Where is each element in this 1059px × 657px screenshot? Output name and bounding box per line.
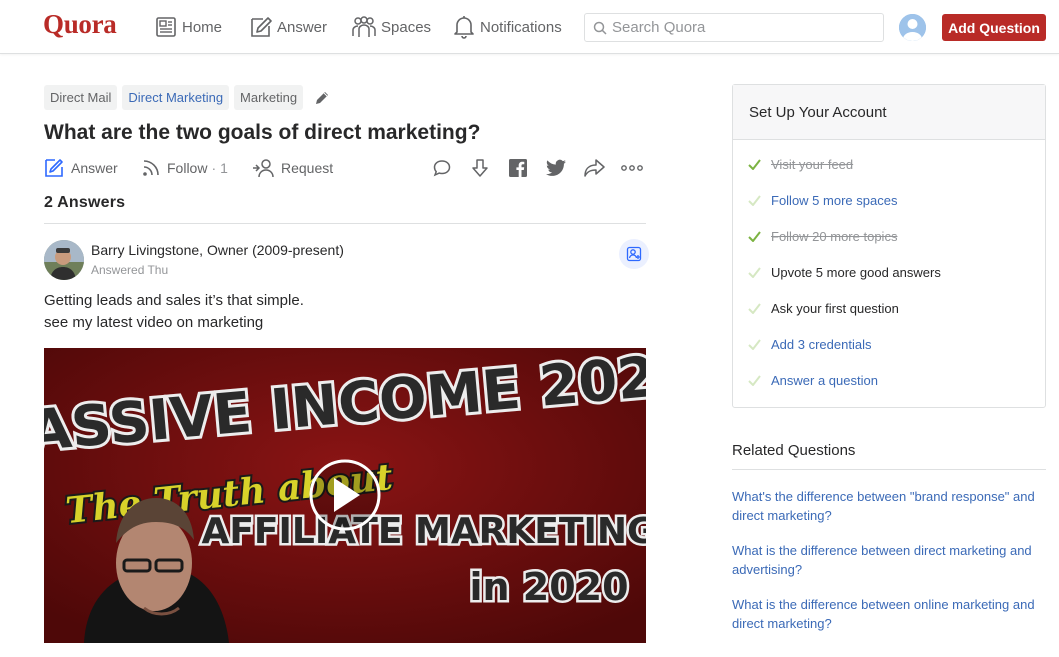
follow-button[interactable]: Follow · 1 [142, 156, 228, 180]
check-icon [748, 230, 761, 242]
related-questions-heading: Related Questions [732, 442, 856, 459]
answer-line: Getting leads and sales it’s that simple… [44, 292, 304, 309]
request-person-icon [253, 159, 274, 178]
check-icon [748, 338, 761, 350]
search-input[interactable] [612, 19, 872, 36]
setup-item-ask-question[interactable]: Ask your first question [748, 299, 899, 317]
setup-item-add-credentials[interactable]: Add 3 credentials [748, 335, 871, 353]
follow-label: Follow [167, 160, 208, 176]
share-button[interactable] [583, 157, 605, 179]
edit-topics-icon[interactable] [314, 90, 330, 106]
follow-author-button[interactable] [619, 239, 649, 269]
answers-count-heading: 2 Answers [44, 194, 126, 211]
answer-button[interactable]: Answer [44, 156, 118, 180]
follow-rss-icon [143, 160, 159, 176]
facebook-share-button[interactable] [507, 157, 529, 179]
video-title-line3: AFFILIATE MARKETING [201, 511, 646, 552]
related-question-link[interactable]: What's the difference between "brand res… [732, 487, 1042, 525]
topic-list: Direct Mail Direct Marketing Marketing [44, 85, 330, 110]
setup-item-label: Follow 20 more topics [771, 228, 898, 244]
topic-marketing[interactable]: Marketing [234, 85, 304, 110]
share-icon [584, 159, 605, 177]
comment-icon [433, 160, 451, 177]
setup-item-label: Follow 5 more spaces [771, 192, 898, 208]
search-box[interactable] [584, 13, 884, 42]
request-label: Request [281, 160, 334, 176]
nav-notifications[interactable]: Notifications [453, 13, 562, 41]
quora-logo[interactable]: Quora [43, 9, 117, 40]
setup-account-card: Set Up Your Account Visit your feed Foll… [732, 84, 1046, 408]
nav-spaces[interactable]: Spaces [352, 13, 431, 41]
facebook-icon [509, 159, 527, 177]
check-icon [748, 374, 761, 386]
nav-spaces-label: Spaces [381, 18, 432, 36]
nav-home-label: Home [182, 18, 223, 36]
downvote-button[interactable] [469, 157, 491, 179]
question-title[interactable]: What are the two goals of direct marketi… [44, 121, 480, 145]
video-embed[interactable]: PASSIVE INCOME 2020 The Truth about AFFI… [44, 348, 646, 643]
comment-button[interactable] [431, 157, 453, 179]
setup-item-follow-topics[interactable]: Follow 20 more topics [748, 227, 897, 245]
answers-divider [44, 223, 646, 224]
follow-user-icon [626, 246, 642, 262]
setup-item-follow-spaces[interactable]: Follow 5 more spaces [748, 191, 897, 209]
setup-item-label: Visit your feed [771, 156, 854, 172]
nav-answer[interactable]: Answer [249, 13, 327, 41]
search-icon [593, 21, 607, 35]
setup-item-visit-feed[interactable]: Visit your feed [748, 155, 853, 173]
check-icon [748, 302, 761, 314]
bell-icon [454, 16, 474, 39]
video-thumbnail: PASSIVE INCOME 2020 The Truth about AFFI… [44, 348, 646, 643]
related-question-link[interactable]: What is the difference between online ma… [732, 595, 1042, 633]
topic-direct-marketing[interactable]: Direct Marketing [122, 85, 230, 110]
answer-label: Answer [71, 160, 118, 176]
top-navigation-bar: Quora Home Answer Spaces Notifications A… [0, 0, 1059, 54]
question-action-bar: Answer Follow · 1 Request [44, 156, 646, 180]
more-options-button[interactable] [621, 157, 643, 179]
request-button[interactable]: Request [252, 156, 333, 180]
follow-count: 1 [220, 160, 228, 176]
twitter-share-button[interactable] [545, 157, 567, 179]
answer-date[interactable]: Answered Thu [91, 263, 168, 277]
answer-body: Getting leads and sales it’s that simple… [44, 290, 304, 334]
play-button[interactable] [309, 459, 381, 531]
user-avatar-icon [899, 14, 926, 41]
add-question-button[interactable]: Add Question [942, 14, 1046, 41]
answer-line: see my latest video on marketing [44, 314, 264, 331]
twitter-icon [546, 159, 566, 176]
answer-pencil-icon [45, 159, 63, 177]
author-photo [44, 240, 84, 280]
setup-item-label: Add 3 credentials [771, 336, 872, 352]
topic-direct-mail[interactable]: Direct Mail [44, 85, 118, 110]
nav-notifications-label: Notifications [480, 18, 562, 36]
author-avatar[interactable] [44, 240, 84, 280]
check-icon [748, 194, 761, 206]
pencil-icon [251, 16, 272, 37]
nav-answer-label: Answer [277, 18, 328, 36]
setup-item-label: Answer a question [771, 372, 878, 388]
setup-item-answer-question[interactable]: Answer a question [748, 371, 878, 389]
related-question-link[interactable]: What is the difference between direct ma… [732, 541, 1042, 579]
video-title-line4: in 2020 [469, 565, 628, 609]
profile-avatar[interactable] [899, 14, 926, 41]
setup-item-label: Ask your first question [771, 300, 899, 316]
check-icon [748, 158, 761, 170]
home-icon [156, 17, 176, 37]
author-name[interactable]: Barry Livingstone, Owner (2009-present) [91, 242, 344, 258]
people-icon [352, 16, 376, 37]
nav-home[interactable]: Home [155, 13, 222, 41]
related-divider [732, 469, 1046, 470]
check-icon [748, 266, 761, 278]
setup-card-title: Set Up Your Account [733, 85, 1045, 140]
setup-item-label: Upvote 5 more good answers [771, 264, 941, 280]
more-icon [621, 165, 643, 171]
follow-separator: · [211, 160, 217, 176]
downvote-icon [472, 159, 488, 177]
setup-item-upvote[interactable]: Upvote 5 more good answers [748, 263, 941, 281]
